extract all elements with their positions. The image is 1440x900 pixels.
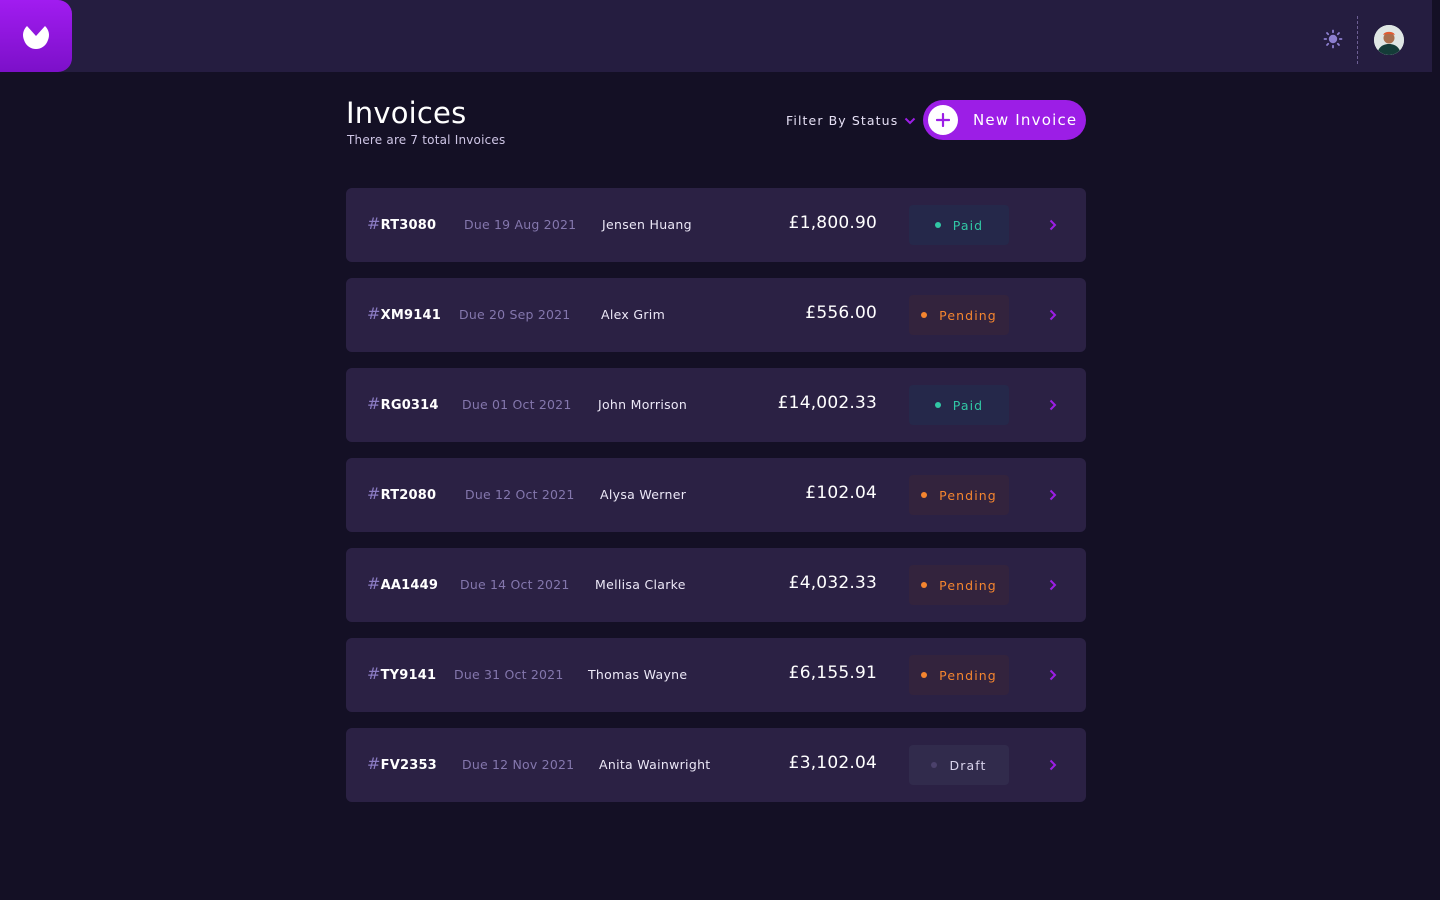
invoice-client: Jensen Huang [602, 217, 692, 232]
new-invoice-label: New Invoice [973, 111, 1078, 129]
invoice-amount: £102.04 [805, 483, 877, 503]
invoice-client: Mellisa Clarke [595, 577, 686, 592]
invoice-row[interactable]: #FV2353 Due 12 Nov 2021 Anita Wainwright… [346, 728, 1086, 802]
invoice-row[interactable]: #RG0314 Due 01 Oct 2021 John Morrison £1… [346, 368, 1086, 442]
filter-by-status-dropdown[interactable]: Filter By Status [786, 110, 916, 130]
invoice-amount: £14,002.33 [777, 393, 877, 413]
invoice-due-date: Due 19 Aug 2021 [464, 217, 577, 232]
invoice-count: There are 7 total Invoices [347, 133, 506, 147]
status-dot [931, 762, 938, 768]
status-dot [921, 672, 928, 678]
invoice-due-date: Due 14 Oct 2021 [460, 577, 570, 592]
invoice-due-date: Due 12 Nov 2021 [462, 757, 575, 772]
invoice-amount: £3,102.04 [788, 753, 877, 773]
invoice-row[interactable]: #RT2080 Due 12 Oct 2021 Alysa Werner £10… [346, 458, 1086, 532]
invoice-due-date: Due 31 Oct 2021 [454, 667, 564, 682]
invoice-id: #RT2080 [367, 484, 437, 503]
invoice-amount: £6,155.91 [788, 663, 877, 683]
invoice-id: #RG0314 [367, 394, 439, 413]
new-invoice-button[interactable]: New Invoice [923, 100, 1086, 140]
sun-icon[interactable] [1322, 28, 1344, 50]
status-dot [921, 492, 928, 498]
status-badge: Draft [909, 745, 1009, 785]
invoice-id: #FV2353 [367, 754, 437, 773]
status-dot [921, 312, 928, 318]
page-title: Invoices [346, 96, 467, 130]
status-badge: Pending [909, 565, 1009, 605]
status-badge: Paid [909, 385, 1009, 425]
status-badge: Pending [909, 475, 1009, 515]
status-dot [934, 402, 941, 408]
avatar[interactable] [1374, 25, 1404, 55]
filter-label: Filter By Status [786, 112, 899, 128]
invoice-due-date: Due 12 Oct 2021 [465, 487, 575, 502]
status-dot [921, 582, 928, 588]
invoice-client: Alex Grim [601, 307, 666, 322]
invoice-id: #AA1449 [367, 574, 439, 593]
invoices-header: Invoices There are 7 total Invoices Filt… [346, 96, 1086, 156]
invoice-due-date: Due 20 Sep 2021 [459, 307, 571, 322]
chevron-right-icon [1048, 668, 1058, 682]
invoice-id: #TY9141 [367, 664, 437, 683]
status-badge: Pending [909, 655, 1009, 695]
invoice-amount: £556.00 [805, 303, 877, 323]
invoice-amount: £1,800.90 [788, 213, 877, 233]
status-dot [934, 222, 941, 228]
invoice-client: Anita Wainwright [599, 757, 711, 772]
logo-icon[interactable] [0, 0, 72, 72]
invoice-row[interactable]: #AA1449 Due 14 Oct 2021 Mellisa Clarke £… [346, 548, 1086, 622]
status-badge: Pending [909, 295, 1009, 335]
chevron-down-icon [904, 113, 916, 128]
top-bar [0, 0, 1432, 72]
scrollbar-track [1432, 0, 1440, 900]
top-bar-divider [1357, 16, 1358, 64]
invoice-row[interactable]: #RT3080 Due 19 Aug 2021 Jensen Huang £1,… [346, 188, 1086, 262]
status-badge: Paid [909, 205, 1009, 245]
chevron-right-icon [1048, 758, 1058, 772]
chevron-right-icon [1048, 218, 1058, 232]
invoice-row[interactable]: #TY9141 Due 31 Oct 2021 Thomas Wayne £6,… [346, 638, 1086, 712]
plus-icon [928, 105, 958, 135]
invoice-client: John Morrison [598, 397, 688, 412]
invoice-row[interactable]: #XM9141 Due 20 Sep 2021 Alex Grim £556.0… [346, 278, 1086, 352]
invoice-due-date: Due 01 Oct 2021 [462, 397, 572, 412]
invoice-id: #XM9141 [367, 304, 441, 323]
chevron-right-icon [1048, 398, 1058, 412]
invoice-client: Thomas Wayne [588, 667, 688, 682]
invoice-id: #RT3080 [367, 214, 437, 233]
chevron-right-icon [1048, 308, 1058, 322]
invoice-amount: £4,032.33 [788, 573, 877, 593]
invoice-client: Alysa Werner [600, 487, 687, 502]
chevron-right-icon [1048, 488, 1058, 502]
chevron-right-icon [1048, 578, 1058, 592]
